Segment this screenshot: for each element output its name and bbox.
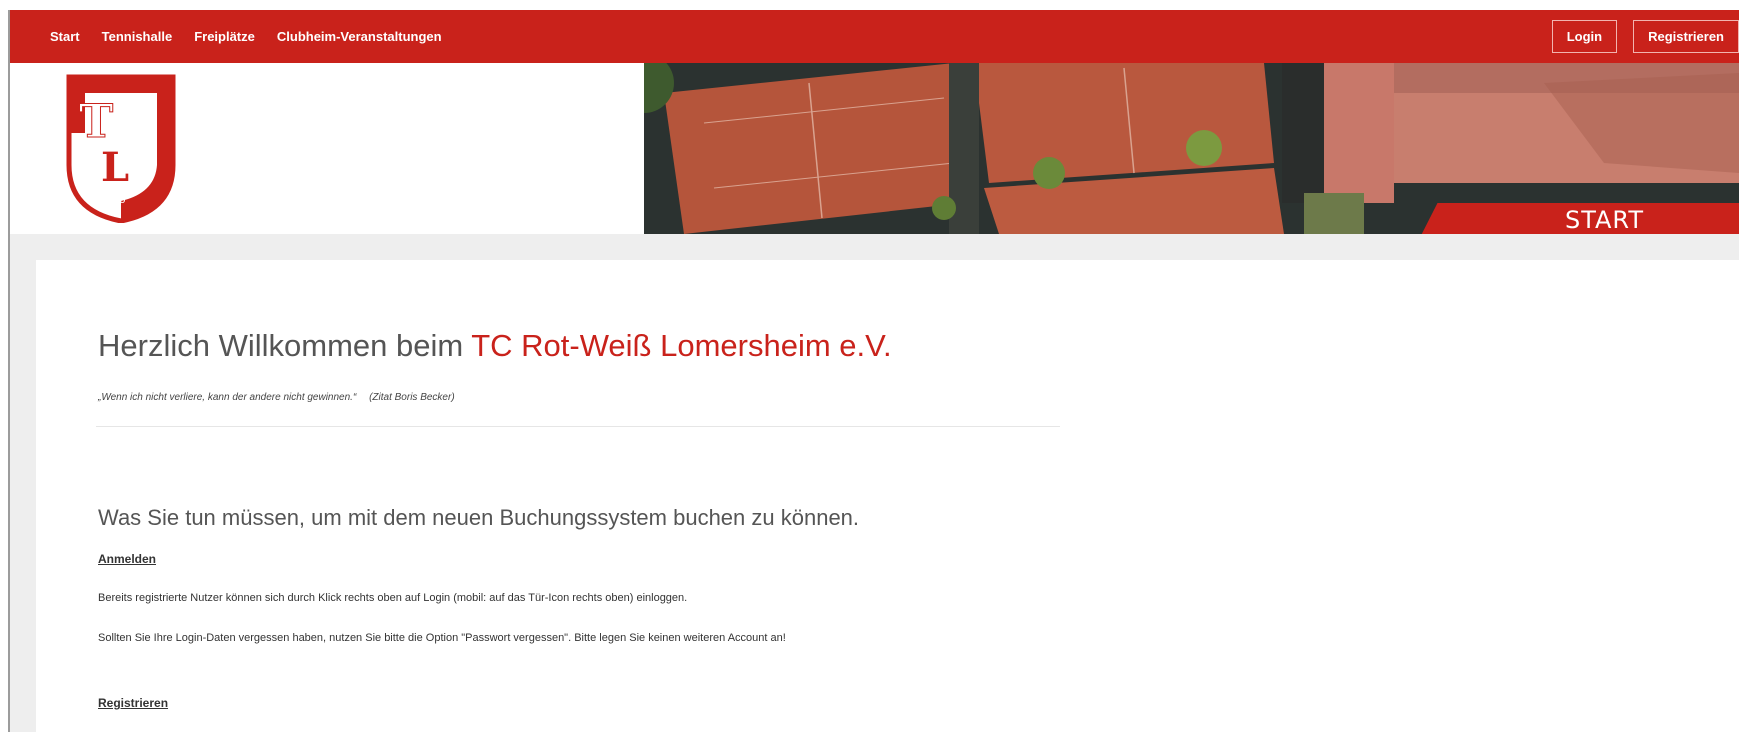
auth-actions: Login Registrieren <box>1551 10 1739 63</box>
page-title: Herzlich Willkommen beim TC Rot-Weiß Lom… <box>98 328 892 364</box>
quote: „Wenn ich nicht verliere, kann der ander… <box>98 392 455 403</box>
anmelden-paragraph-1: Bereits registrierte Nutzer können sich … <box>98 592 688 604</box>
quote-attribution: (Zitat Boris Becker) <box>369 392 455 403</box>
club-name: TC Rot-Weiß Lomersheim e.V. <box>471 328 892 363</box>
club-logo[interactable]: T C L 1970 <box>65 73 177 224</box>
main-nav: Start Tennishalle Freiplätze Clubheim-Ve… <box>50 10 442 63</box>
login-button[interactable]: Login <box>1551 20 1618 53</box>
register-button[interactable]: Registrieren <box>1633 20 1739 53</box>
svg-text:L: L <box>101 144 129 191</box>
club-crest-icon: T C L 1970 <box>66 74 176 224</box>
section-title-registrieren: Registrieren <box>98 696 169 710</box>
booking-heading: Was Sie tun müssen, um mit dem neuen Buc… <box>98 505 860 530</box>
svg-text:1970: 1970 <box>101 194 125 206</box>
nav-link-start[interactable]: Start <box>50 29 80 44</box>
nav-link-freiplaetze[interactable]: Freiplätze <box>194 29 255 44</box>
site-header: T C L 1970 START <box>10 63 1739 269</box>
page-label: START <box>1564 206 1644 234</box>
section-title-anmelden: Anmelden <box>98 552 157 566</box>
svg-text:T: T <box>79 94 113 148</box>
nav-link-clubheim[interactable]: Clubheim-Veranstaltungen <box>277 29 442 44</box>
page-frame: Start Tennishalle Freiplätze Clubheim-Ve… <box>0 0 1739 732</box>
divider <box>96 426 1060 427</box>
welcome-prefix: Herzlich Willkommen beim <box>98 328 472 363</box>
anmelden-paragraph-2: Sollten Sie Ihre Login-Daten vergessen h… <box>98 632 786 644</box>
top-navbar: Start Tennishalle Freiplätze Clubheim-Ve… <box>10 10 1739 63</box>
quote-text: „Wenn ich nicht verliere, kann der ander… <box>98 392 357 403</box>
nav-link-tennishalle[interactable]: Tennishalle <box>102 29 173 44</box>
